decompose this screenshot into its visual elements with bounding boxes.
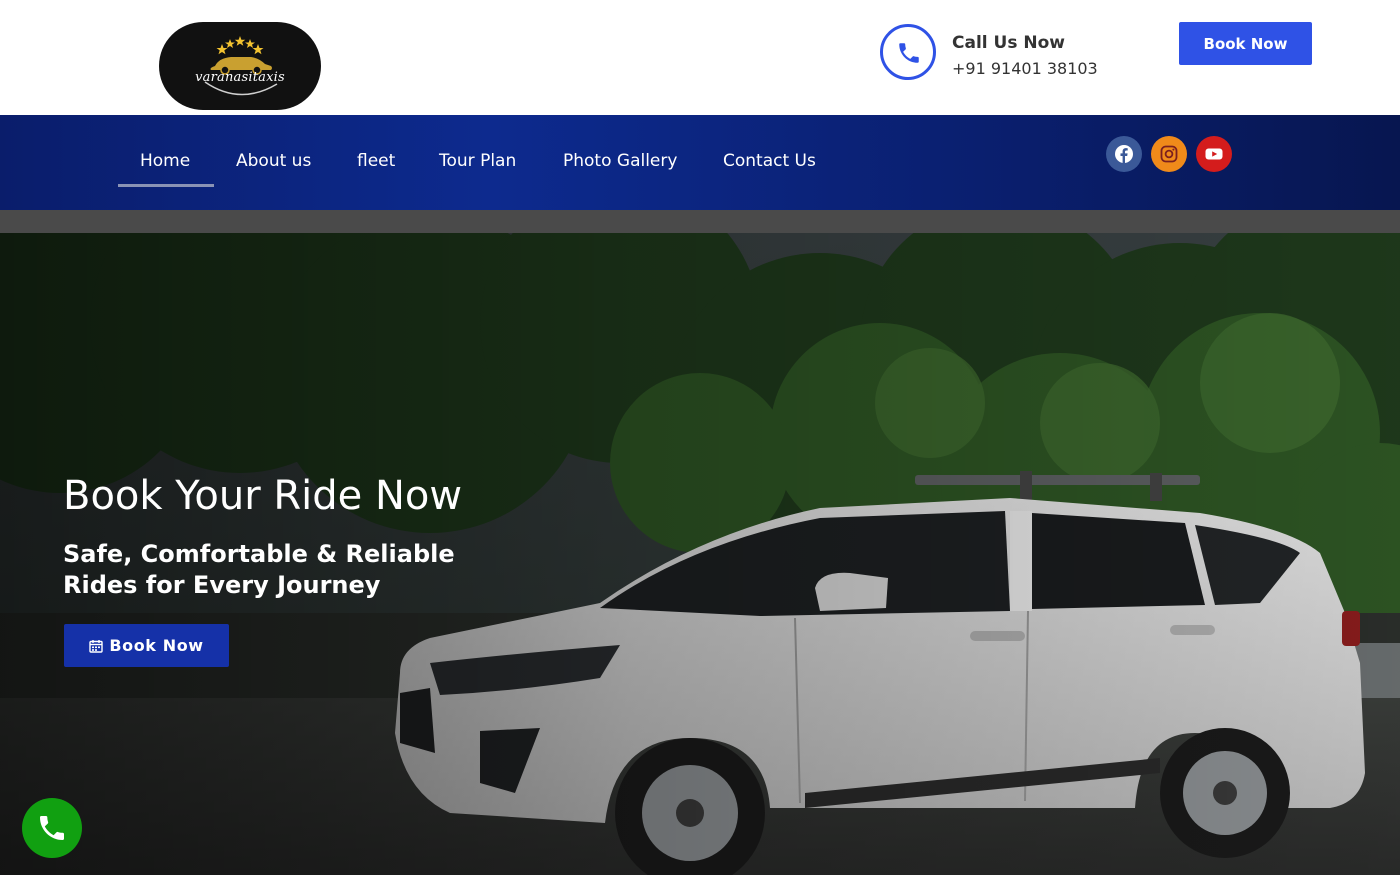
logo-car-emblem — [204, 36, 278, 96]
nav-bottom-strip — [0, 210, 1400, 233]
nav-item-photo-gallery[interactable]: Photo Gallery — [563, 151, 677, 171]
youtube-icon — [1205, 148, 1223, 160]
hero-book-now-button[interactable]: Book Now — [64, 624, 229, 667]
header-book-now-button[interactable]: Book Now — [1179, 22, 1312, 65]
site-header: varanasitaxis Call Us Now +91 91401 3810… — [0, 0, 1400, 115]
call-us-title: Call Us Now — [952, 33, 1065, 53]
nav-item-home[interactable]: Home — [140, 151, 190, 171]
instagram-link[interactable] — [1151, 136, 1187, 172]
nav-item-tour-plan[interactable]: Tour Plan — [439, 151, 516, 171]
hero-book-now-label: Book Now — [109, 636, 204, 655]
phone-icon — [40, 816, 64, 840]
site-logo[interactable]: varanasitaxis — [159, 22, 321, 110]
nav-item-about-us[interactable]: About us — [236, 151, 311, 171]
instagram-icon — [1160, 145, 1178, 163]
hero-title: Book Your Ride Now — [63, 473, 463, 519]
nav-active-indicator — [118, 184, 214, 187]
call-phone-icon[interactable] — [880, 24, 936, 80]
nav-item-contact-us[interactable]: Contact Us — [723, 151, 816, 171]
logo-text: varanasitaxis — [195, 70, 285, 85]
call-us-number[interactable]: +91 91401 38103 — [952, 59, 1098, 78]
youtube-link[interactable] — [1196, 136, 1232, 172]
calendar-icon — [89, 639, 104, 653]
hero-subtitle: Safe, Comfortable & Reliable Rides for E… — [63, 540, 455, 599]
hero-section: Book Your Ride Now Safe, Comfortable & R… — [0, 233, 1400, 875]
facebook-link[interactable] — [1106, 136, 1142, 172]
phone-icon — [899, 43, 919, 63]
floating-call-button[interactable] — [22, 798, 82, 858]
facebook-icon — [1115, 145, 1133, 163]
nav-item-fleet[interactable]: fleet — [357, 151, 395, 171]
main-nav: Home About us fleet Tour Plan Photo Gall… — [0, 115, 1400, 210]
